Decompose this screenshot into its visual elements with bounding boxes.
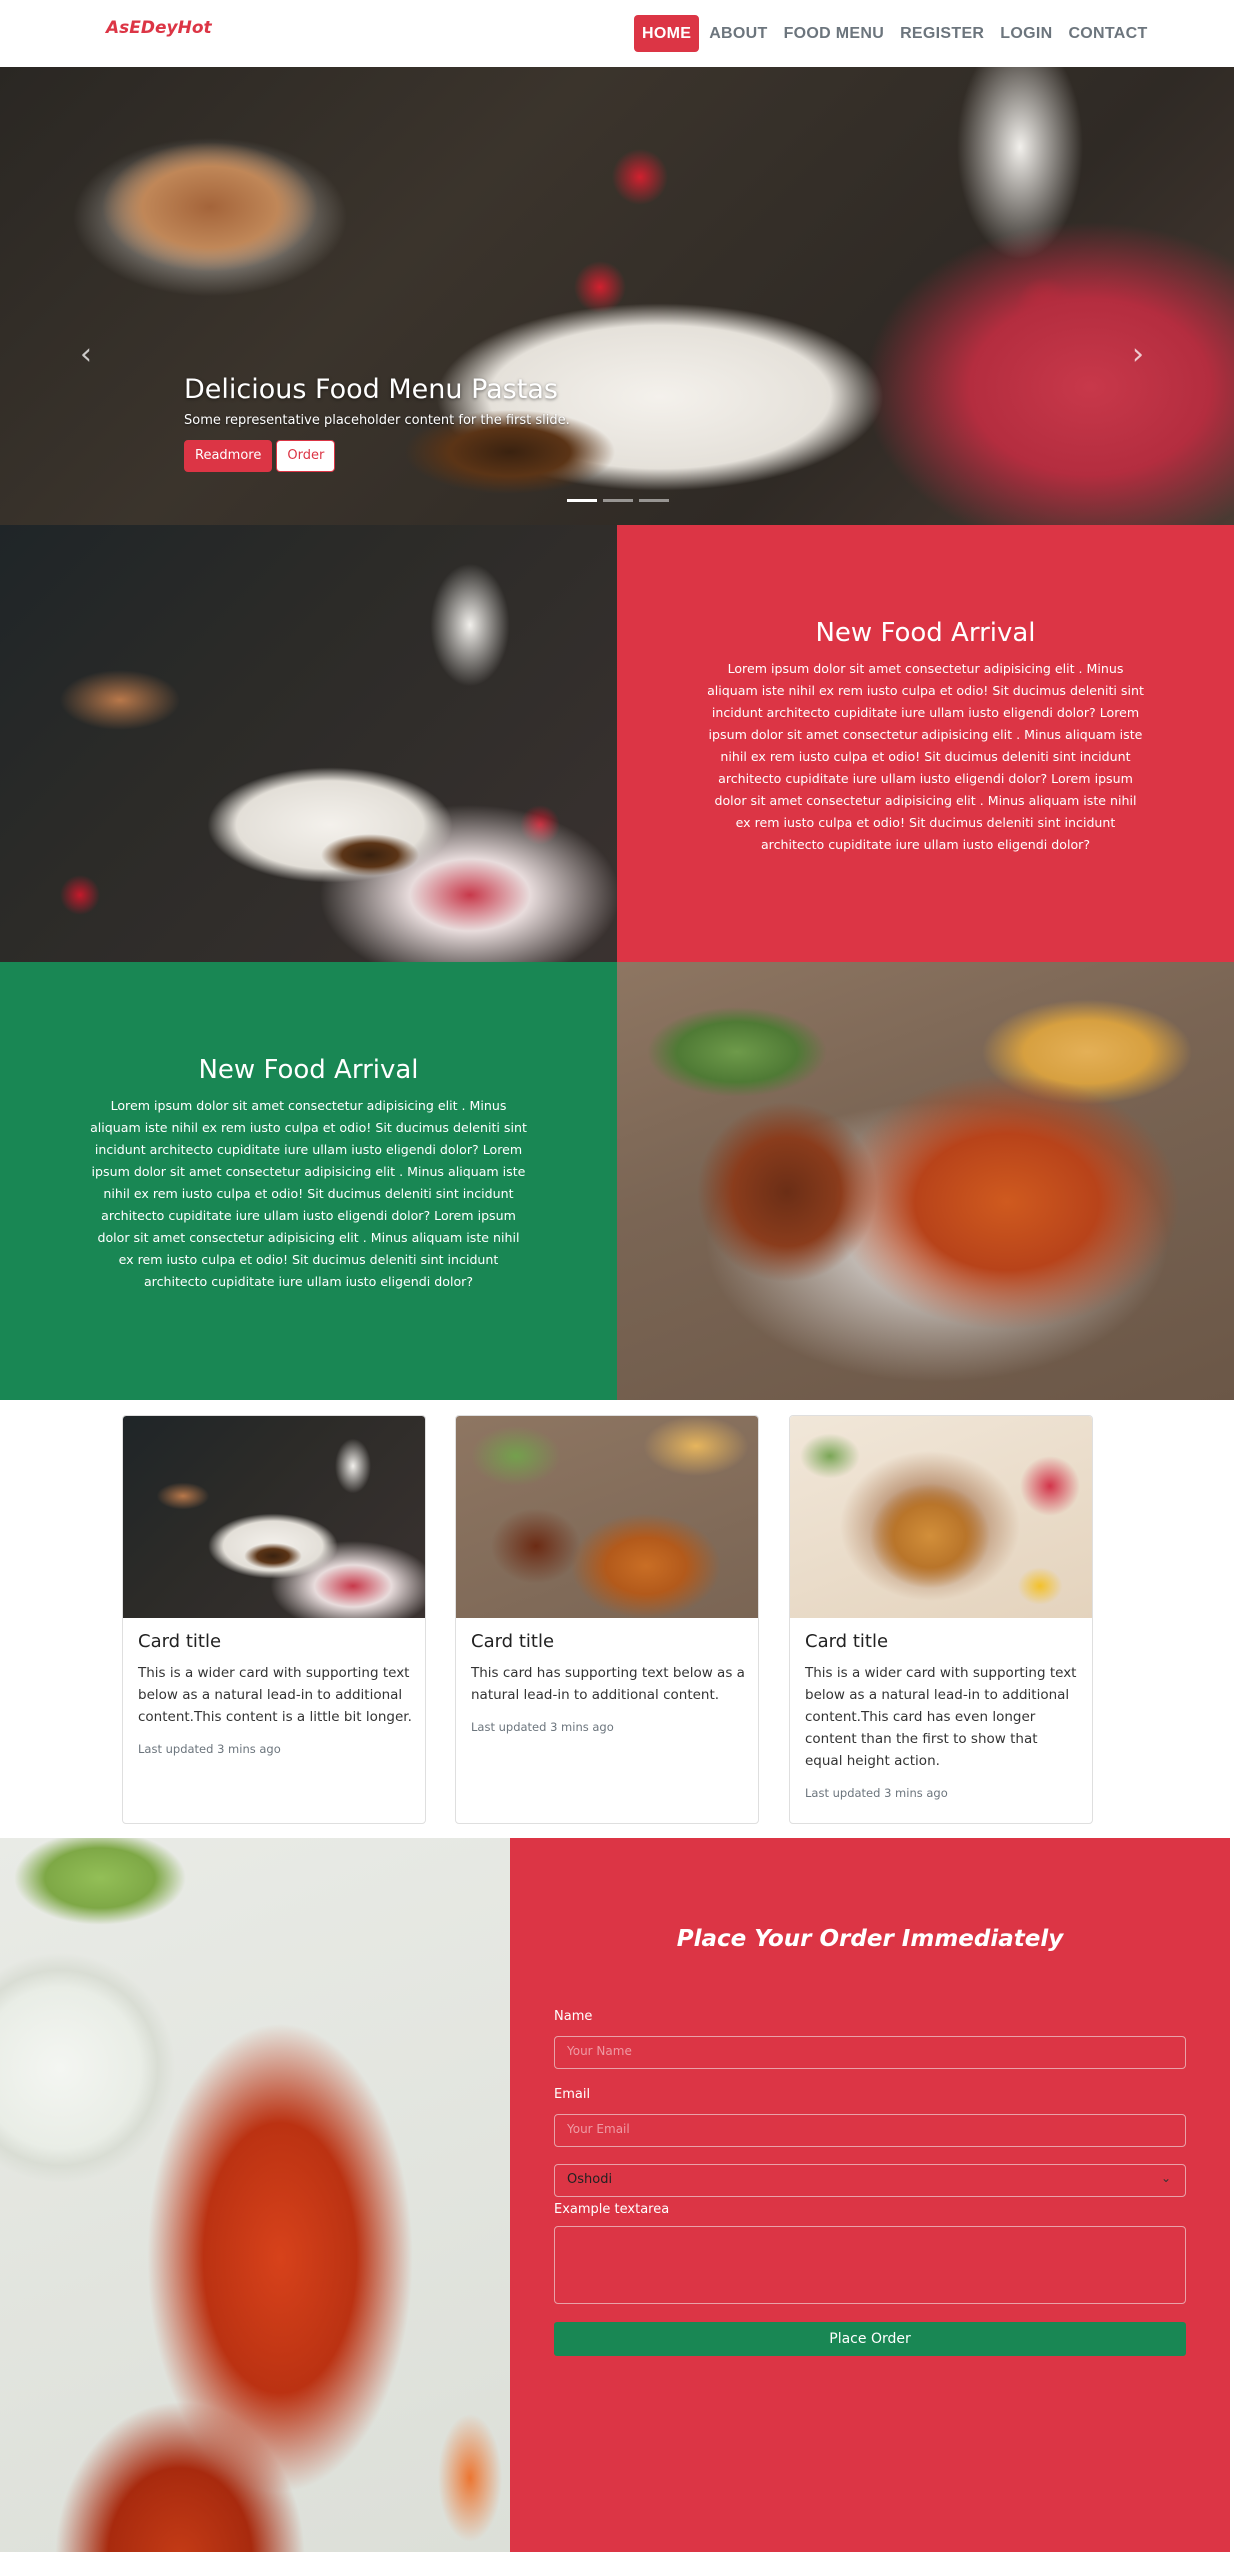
place-order-button[interactable]: Place Order (554, 2322, 1186, 2356)
textarea-label: Example textarea (554, 2202, 670, 2217)
card-text: This is a wider card with supporting tex… (805, 1665, 1077, 1769)
chicken-wings-image (617, 962, 1234, 1400)
hero-buttons: Readmore Order (184, 440, 570, 472)
card-updated: Last updated 3 mins ago (471, 1720, 614, 1734)
hero-caption: Delicious Food Menu Pastas Some represen… (184, 374, 570, 472)
card-updated: Last updated 3 mins ago (805, 1786, 948, 1800)
feature-panel-red: New Food Arrival Lorem ipsum dolor sit a… (617, 525, 1234, 962)
order-form: Place Your Order Immediately Name Your N… (510, 1838, 1230, 2552)
buffalo-wings-image (0, 1838, 510, 2552)
nav-register[interactable]: REGISTER (892, 15, 992, 52)
nav-links: HOME ABOUT FOOD MENU REGISTER LOGIN CONT… (634, 15, 1156, 52)
card: Card title This is a wider card with sup… (122, 1415, 426, 1824)
nav-home[interactable]: HOME (634, 15, 700, 52)
nav-food-menu[interactable]: FOOD MENU (776, 15, 892, 52)
card: Card title This card has supporting text… (455, 1415, 759, 1824)
email-input[interactable]: Your Email (554, 2114, 1186, 2147)
carousel-indicator[interactable] (567, 499, 597, 502)
name-label: Name (554, 2009, 593, 2024)
hero-title: Delicious Food Menu Pastas (184, 374, 558, 405)
card-image (790, 1416, 1092, 1618)
location-select[interactable]: Oshodi ⌄ (554, 2164, 1186, 2197)
card: Card title This is a wider card with sup… (789, 1415, 1093, 1824)
nav-about[interactable]: ABOUT (701, 15, 775, 52)
card-title: Card title (138, 1631, 222, 1652)
card-image (456, 1416, 758, 1618)
carousel-prev-icon[interactable]: ‹ (80, 337, 92, 372)
hero-subtitle: Some representative placeholder content … (184, 413, 570, 428)
carousel-indicator[interactable] (639, 499, 669, 502)
pancake-image (0, 525, 617, 962)
order-button[interactable]: Order (276, 440, 336, 472)
hero-carousel: ‹ › Delicious Food Menu Pastas Some repr… (0, 67, 1234, 525)
feature-title: New Food Arrival (198, 1055, 419, 1085)
card-title: Card title (471, 1631, 555, 1652)
card-text: This is a wider card with supporting tex… (138, 1665, 412, 1725)
feature-text: Lorem ipsum dolor sit amet consectetur a… (90, 1098, 527, 1289)
brand-logo[interactable]: AsEDeyHot (106, 18, 212, 38)
navbar: AsEDeyHot HOME ABOUT FOOD MENU REGISTER … (0, 0, 1234, 67)
email-label: Email (554, 2087, 591, 2102)
card-body: Card title This is a wider card with sup… (805, 1631, 1079, 1800)
carousel-next-icon[interactable]: › (1132, 337, 1144, 372)
card-text: This card has supporting text below as a… (471, 1665, 745, 1703)
feature-text: Lorem ipsum dolor sit amet consectetur a… (707, 661, 1144, 852)
message-textarea[interactable] (554, 2226, 1186, 2304)
name-input[interactable]: Your Name (554, 2036, 1186, 2069)
chevron-down-icon: ⌄ (1160, 2171, 1171, 2185)
readmore-button[interactable]: Readmore (184, 440, 273, 472)
card-body: Card title This is a wider card with sup… (138, 1631, 412, 1756)
feature-title: New Food Arrival (815, 618, 1036, 648)
nav-contact[interactable]: CONTACT (1060, 15, 1155, 52)
card-image (123, 1416, 425, 1618)
card-updated: Last updated 3 mins ago (138, 1742, 281, 1756)
feature-panel-green: New Food Arrival Lorem ipsum dolor sit a… (0, 962, 617, 1400)
card-title: Card title (805, 1631, 889, 1652)
location-select-value: Oshodi (567, 2172, 613, 2187)
card-body: Card title This card has supporting text… (471, 1631, 745, 1734)
nav-login[interactable]: LOGIN (992, 15, 1060, 52)
carousel-indicators (567, 499, 669, 502)
carousel-indicator[interactable] (603, 499, 633, 502)
order-title: Place Your Order Immediately (676, 1926, 1064, 1952)
